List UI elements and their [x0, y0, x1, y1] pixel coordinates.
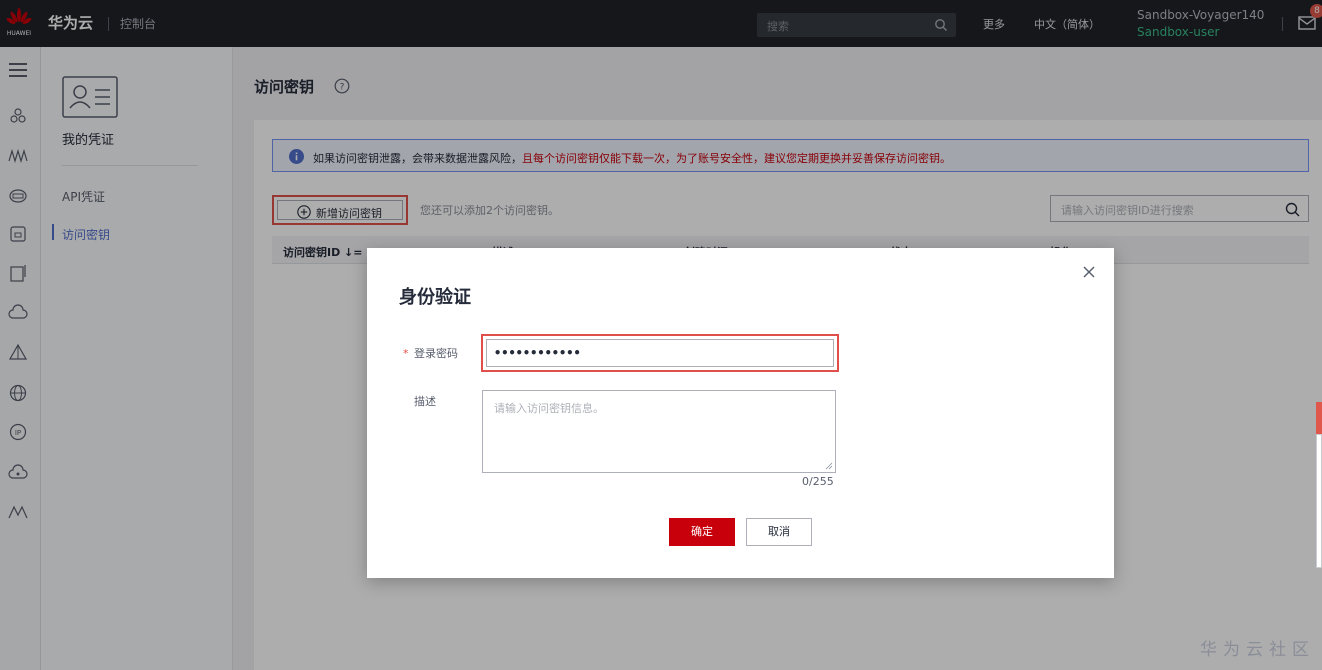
required-mark: *: [403, 347, 409, 360]
password-input[interactable]: ••••••••••••: [486, 339, 834, 367]
side-tool-panel[interactable]: [1316, 434, 1322, 568]
description-placeholder: 请输入访问密钥信息。: [494, 402, 604, 415]
close-icon[interactable]: [1083, 266, 1095, 278]
password-field-highlight: ••••••••••••: [481, 334, 839, 372]
dialog-title: 身份验证: [399, 287, 471, 308]
description-label: 描述: [414, 395, 436, 408]
character-counter: 0/255: [802, 475, 834, 488]
feedback-tab[interactable]: [1316, 402, 1322, 434]
cancel-button[interactable]: 取消: [746, 518, 812, 546]
identity-verification-dialog: 身份验证 * 登录密码 •••••••••••• 描述 请输入访问密钥信息。 0…: [367, 248, 1114, 578]
community-watermark: 华为云社区: [1200, 640, 1315, 660]
confirm-button[interactable]: 确定: [669, 518, 735, 546]
description-textarea[interactable]: 请输入访问密钥信息。: [482, 390, 836, 473]
resize-grip-icon[interactable]: [825, 462, 833, 470]
password-label: 登录密码: [414, 347, 458, 360]
